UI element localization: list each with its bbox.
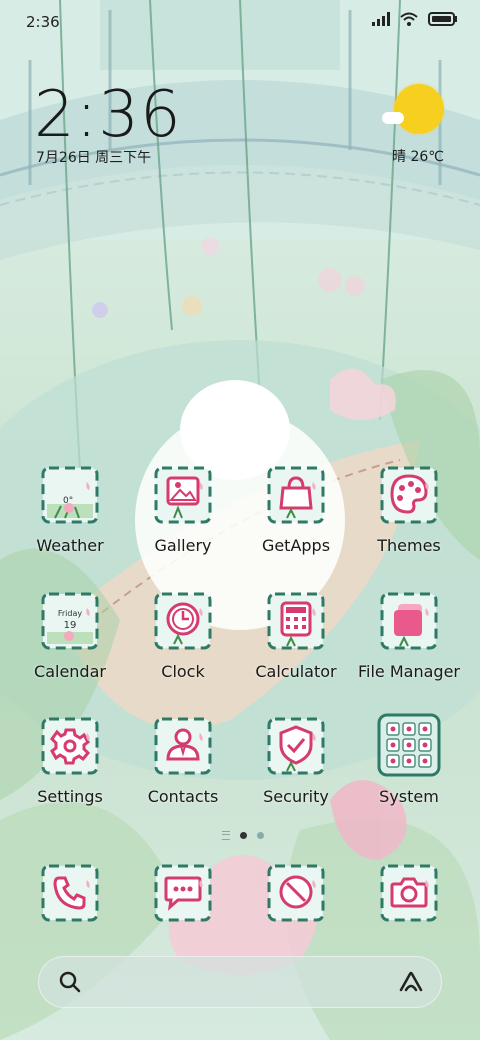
folder-grid-icon: [377, 713, 441, 777]
shield-icon: [267, 717, 325, 775]
app-label: Weather: [36, 536, 104, 555]
folder-icon: [380, 592, 438, 650]
app-getapps[interactable]: GetApps: [240, 466, 352, 576]
app-themes[interactable]: Themes: [353, 466, 465, 576]
calendar-icon: Friday 19: [41, 592, 99, 650]
clock-icon: [154, 592, 212, 650]
gear-icon: [41, 717, 99, 775]
search-bar[interactable]: [38, 956, 442, 1008]
weather-widget[interactable]: 晴 26℃: [382, 84, 444, 168]
wifi-icon: [400, 12, 418, 30]
app-settings[interactable]: Settings: [14, 717, 126, 827]
camera-icon: [380, 864, 438, 922]
app-weather[interactable]: 0° Weather: [14, 466, 126, 576]
dock-camera[interactable]: [353, 864, 465, 928]
app-label: Clock: [161, 662, 205, 681]
assistant-logo-icon[interactable]: [398, 970, 424, 998]
sun-icon: [394, 84, 444, 134]
page-list-icon[interactable]: [222, 830, 230, 840]
calculator-icon: [267, 592, 325, 650]
status-bar: 2:36: [0, 0, 480, 44]
gallery-icon: [154, 466, 212, 524]
app-security[interactable]: Security: [240, 717, 352, 827]
app-label: System: [379, 787, 439, 806]
palette-icon: [380, 466, 438, 524]
app-label: File Manager: [358, 662, 460, 681]
weather-tile-temp: 0°: [63, 496, 74, 506]
signal-icon: [372, 12, 390, 30]
calendar-tile-date: 19: [63, 620, 77, 631]
app-label: Security: [263, 787, 329, 806]
page-dot-1[interactable]: [240, 831, 247, 839]
dock-messages[interactable]: [127, 864, 239, 928]
app-label: Calendar: [34, 662, 106, 681]
phone-icon: [41, 864, 99, 922]
app-label: Calculator: [255, 662, 337, 681]
app-contacts[interactable]: Contacts: [127, 717, 239, 827]
app-file-manager[interactable]: File Manager: [353, 592, 465, 702]
search-icon[interactable]: [58, 970, 82, 998]
app-calendar[interactable]: Friday 19 Calendar: [14, 592, 126, 702]
dock-browser[interactable]: [240, 864, 352, 928]
clock-widget-date: 7月26日 周三下午: [36, 150, 152, 166]
message-icon: [154, 864, 212, 922]
app-label: Gallery: [154, 536, 212, 555]
app-system-folder[interactable]: System: [353, 713, 465, 827]
app-calculator[interactable]: Calculator: [240, 592, 352, 702]
shopping-bag-icon: [267, 466, 325, 524]
status-time: 2:36: [26, 13, 60, 31]
calendar-tile-day: Friday: [57, 609, 83, 618]
app-label: GetApps: [261, 536, 331, 555]
weather-condition-temp: 晴 26℃: [392, 149, 444, 165]
page-dot-2[interactable]: [257, 831, 264, 839]
app-label: Themes: [377, 536, 441, 555]
page-indicator[interactable]: [198, 829, 288, 841]
app-clock[interactable]: Clock: [127, 592, 239, 702]
person-icon: [154, 717, 212, 775]
browser-icon: [267, 864, 325, 922]
weather-icon: 0°: [41, 466, 99, 524]
app-label: Contacts: [147, 787, 219, 806]
app-gallery[interactable]: Gallery: [127, 466, 239, 576]
battery-icon: [428, 12, 458, 30]
clock-widget-time[interactable]: 2:36: [34, 78, 182, 152]
cloud-icon: [382, 112, 404, 124]
dock-phone[interactable]: [14, 864, 126, 928]
app-label: Settings: [37, 787, 103, 806]
